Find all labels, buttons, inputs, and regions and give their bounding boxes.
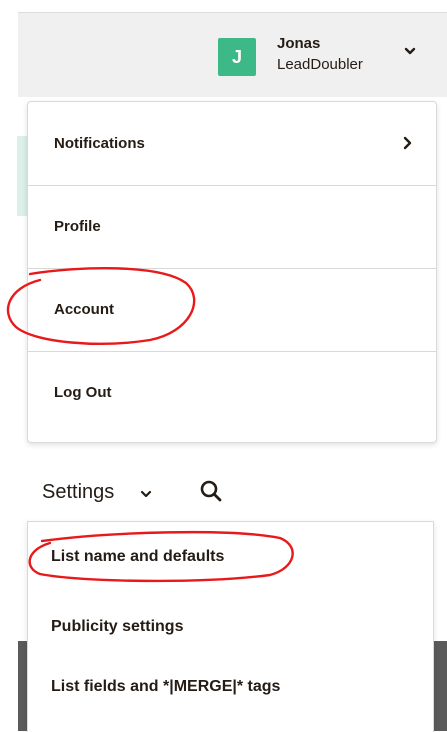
account-panel: J Jonas LeadDoubler Notifications Profil… xyxy=(0,0,447,443)
user-name[interactable]: Jonas xyxy=(277,35,320,52)
menu-item-label: Publicity settings xyxy=(51,618,184,635)
search-icon[interactable] xyxy=(198,478,224,504)
chevron-right-icon xyxy=(403,136,412,150)
chevron-down-icon[interactable] xyxy=(403,44,417,58)
menu-item-label: List fields and *|MERGE|* tags xyxy=(51,678,281,695)
menu-item-label: Account xyxy=(54,301,114,318)
background-panel-edge xyxy=(18,641,27,731)
chevron-down-icon[interactable] xyxy=(140,488,152,500)
settings-dropdown-button[interactable]: Settings xyxy=(42,481,114,504)
menu-item-label: List name and defaults xyxy=(51,548,225,565)
menu-item-publicity-settings[interactable]: Publicity settings xyxy=(28,597,433,657)
menu-item-label: Notifications xyxy=(54,134,145,152)
menu-item-list-name-defaults[interactable]: List name and defaults xyxy=(28,527,433,587)
menu-item-profile[interactable]: Profile xyxy=(28,185,436,267)
background-panel-edge xyxy=(432,641,447,731)
menu-item-label: Profile xyxy=(54,218,101,235)
menu-item-notifications[interactable]: Notifications xyxy=(28,102,436,184)
avatar[interactable]: J xyxy=(218,38,256,76)
menu-item-account[interactable]: Account xyxy=(28,268,436,350)
avatar-initial: J xyxy=(231,46,242,67)
menu-item-label: Log Out xyxy=(54,384,112,401)
settings-dropdown-menu: List name and defaults Publicity setting… xyxy=(27,521,434,732)
menu-item-list-fields-merge-tags[interactable]: List fields and *|MERGE|* tags xyxy=(28,657,433,717)
user-company[interactable]: LeadDoubler xyxy=(277,56,363,73)
menu-item-log-out[interactable]: Log Out xyxy=(28,351,436,433)
account-dropdown-menu: Notifications Profile Account Log Out xyxy=(27,101,437,443)
